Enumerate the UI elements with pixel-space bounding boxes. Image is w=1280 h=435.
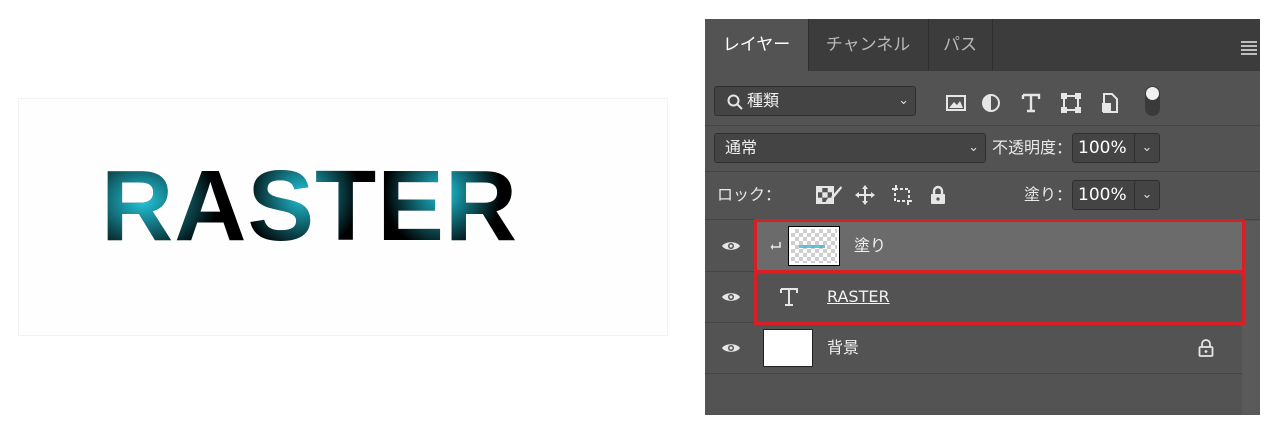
- blend-mode-value: 通常: [725, 138, 758, 157]
- search-icon: [727, 94, 743, 110]
- layers-panel: レイヤー チャンネル パス 種類 ⌄ 通常 ⌄ 不透明度： 100% ⌄ ロック…: [705, 19, 1260, 415]
- filter-toggle-icon[interactable]: [1145, 86, 1160, 116]
- visibility-toggle[interactable]: [705, 272, 757, 322]
- document-canvas[interactable]: RASTER: [18, 98, 668, 336]
- layer-body[interactable]: 背景: [757, 323, 1242, 373]
- eye-icon: [722, 293, 740, 301]
- layer-lock-icon[interactable]: [1197, 338, 1215, 358]
- lock-label: ロック：: [717, 185, 782, 204]
- layer-kind-filter[interactable]: 種類 ⌄: [714, 86, 916, 116]
- opacity-dropdown-button[interactable]: ⌄: [1134, 133, 1160, 163]
- fill-dropdown-button[interactable]: ⌄: [1134, 180, 1160, 210]
- lock-position-icon[interactable]: [853, 183, 877, 207]
- eye-icon: [722, 242, 740, 250]
- blend-mode-select[interactable]: 通常 ⌄: [714, 133, 986, 163]
- image-filter-icon[interactable]: [944, 91, 968, 115]
- tab-paths[interactable]: パス: [928, 19, 993, 71]
- tab-layers[interactable]: レイヤー: [705, 19, 809, 71]
- chevron-down-icon: ⌄: [968, 140, 979, 155]
- lock-artboard-icon[interactable]: [890, 183, 914, 207]
- visibility-toggle[interactable]: [705, 323, 757, 373]
- opacity-label: 不透明度：: [992, 138, 1073, 157]
- tab-channels[interactable]: チャンネル: [808, 19, 929, 71]
- layer-row-background[interactable]: 背景: [705, 323, 1242, 373]
- artwork-text: RASTER: [101, 150, 519, 262]
- eye-icon: [722, 344, 740, 352]
- shape-filter-icon[interactable]: [1059, 91, 1083, 115]
- lock-paint-icon[interactable]: [821, 183, 845, 207]
- adjustment-filter-icon[interactable]: [979, 91, 1003, 115]
- panel-menu-icon[interactable]: [1241, 41, 1257, 57]
- panel-tab-bar: レイヤー チャンネル パス: [705, 19, 1260, 71]
- layer-thumbnail: [763, 329, 813, 367]
- chevron-down-icon: ⌄: [898, 93, 909, 108]
- type-filter-icon[interactable]: [1019, 91, 1043, 115]
- lock-all-icon[interactable]: [926, 183, 950, 207]
- layer-name[interactable]: 背景: [827, 323, 859, 373]
- visibility-toggle[interactable]: [705, 221, 757, 271]
- fill-label: 塗り：: [1024, 185, 1073, 204]
- smart-object-filter-icon[interactable]: [1098, 91, 1122, 115]
- highlight-box-fill-layer: [754, 219, 1245, 273]
- filter-kind-label: 種類: [747, 91, 780, 110]
- highlight-box-text-layer: [754, 271, 1245, 325]
